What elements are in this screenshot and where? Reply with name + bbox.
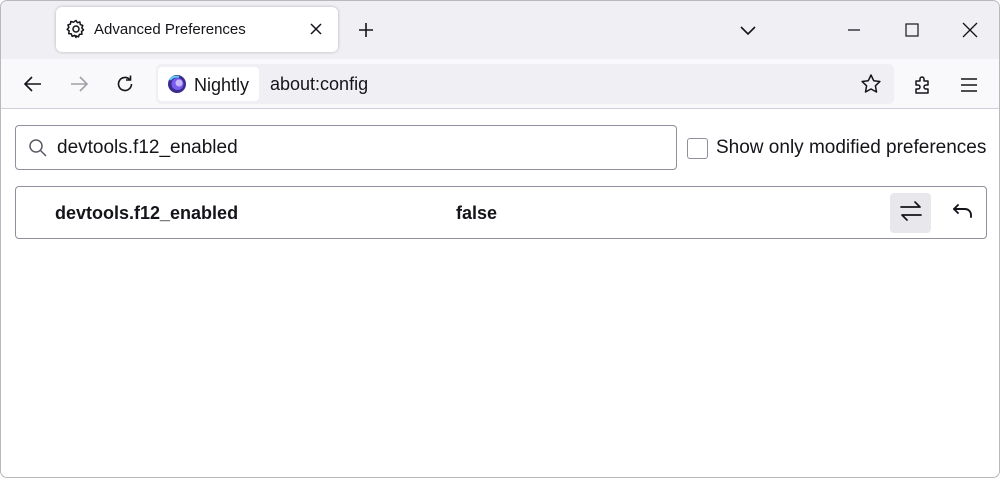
close-tab-icon[interactable] bbox=[305, 18, 327, 40]
gear-icon bbox=[66, 19, 86, 39]
nightly-logo-icon bbox=[167, 74, 187, 94]
show-modified-checkbox-row[interactable]: Show only modified preferences bbox=[687, 136, 986, 160]
toggle-button[interactable] bbox=[890, 193, 931, 233]
tab-strip: Advanced Preferences bbox=[1, 1, 999, 59]
preference-name: devtools.f12_enabled bbox=[55, 203, 239, 223]
reload-icon[interactable] bbox=[110, 69, 140, 99]
reset-button[interactable] bbox=[942, 193, 983, 233]
hamburger-menu-icon[interactable] bbox=[955, 72, 983, 98]
show-modified-checkbox[interactable] bbox=[687, 137, 708, 159]
preference-value: false bbox=[456, 203, 498, 223]
preference-search-box[interactable] bbox=[15, 125, 677, 170]
undo-arrow-icon bbox=[952, 202, 974, 225]
search-input[interactable] bbox=[57, 134, 657, 162]
forward-arrow-icon[interactable] bbox=[64, 69, 94, 99]
new-tab-button[interactable] bbox=[353, 17, 379, 43]
maximize-window-button[interactable] bbox=[897, 15, 927, 45]
extensions-puzzle-icon[interactable] bbox=[909, 72, 937, 98]
tab-title: Advanced Preferences bbox=[94, 21, 246, 38]
search-icon bbox=[28, 138, 48, 158]
url-text[interactable]: about:config bbox=[270, 74, 368, 95]
browser-brand-label: Nightly bbox=[194, 75, 250, 95]
back-arrow-icon[interactable] bbox=[18, 69, 48, 99]
tab-advanced-preferences[interactable]: Advanced Preferences bbox=[56, 7, 338, 52]
close-window-button[interactable] bbox=[955, 15, 985, 45]
minimize-window-button[interactable] bbox=[839, 15, 869, 45]
show-modified-label[interactable]: Show only modified preferences bbox=[716, 137, 986, 159]
bookmark-star-icon[interactable] bbox=[859, 72, 883, 96]
toggle-arrows-icon bbox=[899, 200, 923, 227]
url-bar[interactable]: Nightly about:config bbox=[156, 64, 894, 104]
navigation-toolbar: Nightly about:config bbox=[1, 59, 999, 109]
identity-box[interactable]: Nightly bbox=[158, 67, 259, 101]
browser-window: Advanced Preferences Nightly about:confi… bbox=[0, 0, 1000, 478]
list-all-tabs-chevron-down-icon[interactable] bbox=[735, 17, 761, 43]
preference-row: devtools.f12_enabled false bbox=[15, 186, 987, 239]
